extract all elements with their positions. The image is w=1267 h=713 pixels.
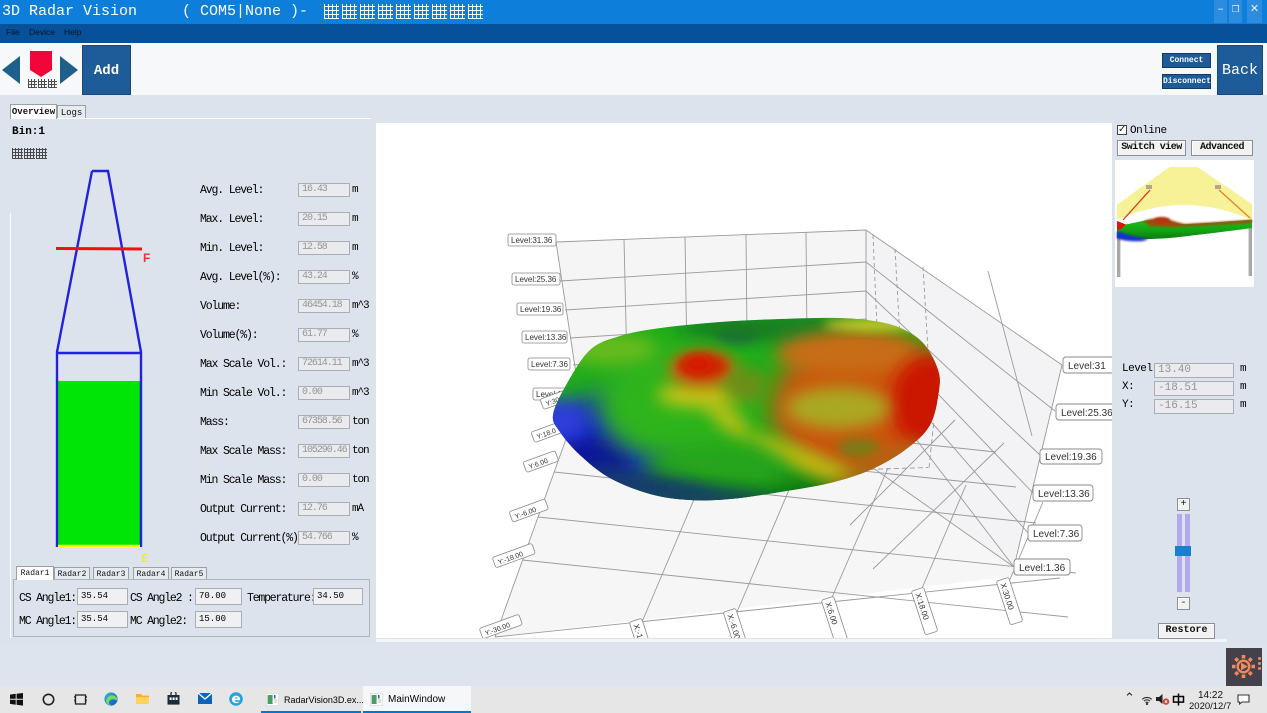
svg-text:E: E (141, 552, 148, 565)
svg-text:Level:31: Level:31 (1068, 361, 1106, 372)
svg-text:Level:1.36: Level:1.36 (1019, 563, 1066, 574)
svg-text:F: F (143, 251, 150, 265)
svg-text:Level:19.36: Level:19.36 (1045, 452, 1097, 463)
svg-text:Level:25.36: Level:25.36 (515, 275, 557, 284)
svg-text:Level:7.36: Level:7.36 (1033, 529, 1080, 540)
svg-text:Level:25.36: Level:25.36 (1061, 408, 1112, 419)
svg-text:Level:7.36: Level:7.36 (531, 360, 568, 369)
svg-text:Level:19.36: Level:19.36 (520, 305, 562, 314)
svg-text:Level:13.36: Level:13.36 (525, 333, 567, 342)
svg-text:Level:31.36: Level:31.36 (511, 236, 553, 245)
svg-text:Level:13.36: Level:13.36 (1038, 489, 1090, 500)
